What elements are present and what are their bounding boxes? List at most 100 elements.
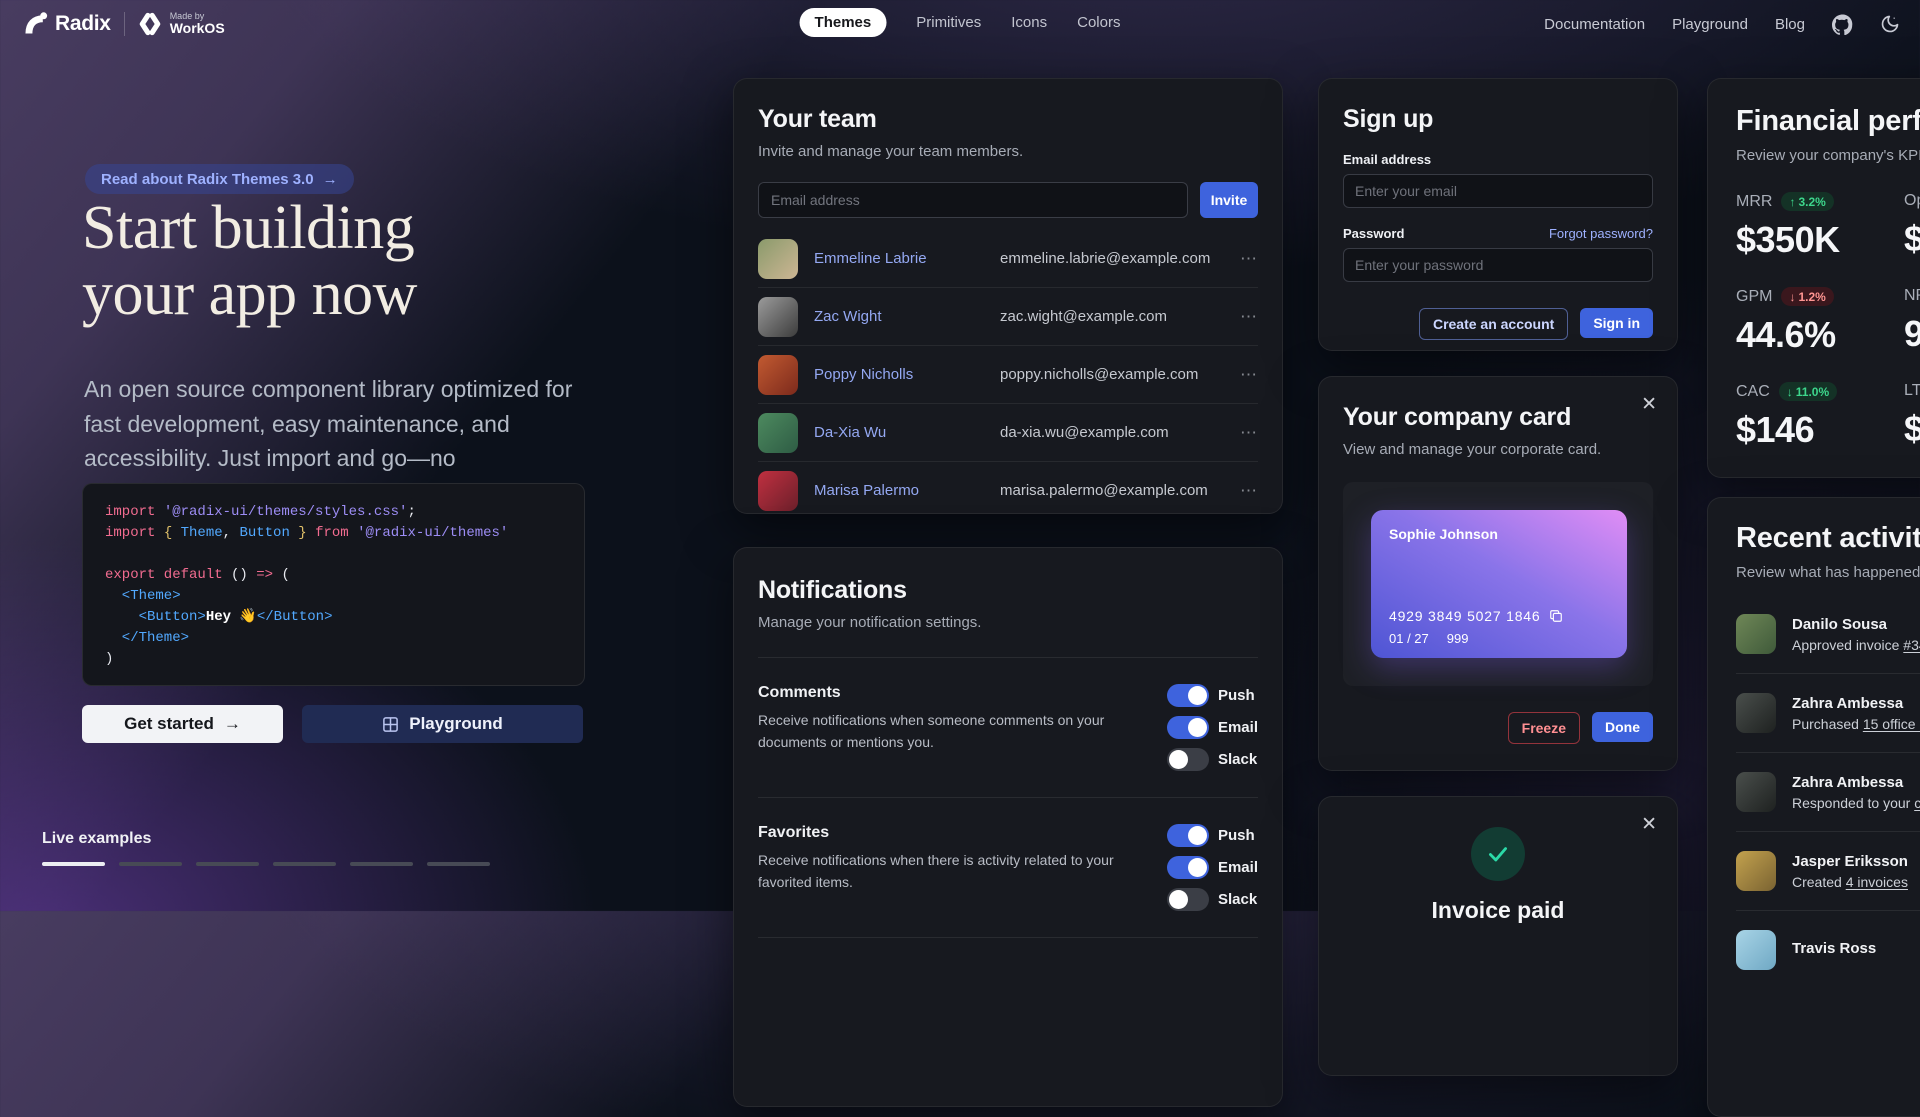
signup-password-input[interactable] [1343, 248, 1653, 282]
create-account-button[interactable]: Create an account [1419, 308, 1568, 340]
tab-themes[interactable]: Themes [800, 8, 887, 37]
card-title: Your team [758, 105, 1258, 134]
team-row: Da-Xia Wu da-xia.wu@example.com ⋯ [758, 403, 1258, 461]
toggle-slack[interactable] [1167, 748, 1209, 771]
card-holder-name: Sophie Johnson [1389, 526, 1498, 542]
pagination-dash[interactable] [427, 862, 490, 866]
activity-list: Danilo Sousa Approved invoice #3461 Zahra … [1736, 595, 1920, 989]
member-email: zac.wight@example.com [1000, 308, 1224, 325]
invoice-paid-card: ✕ Invoice paid [1318, 796, 1678, 1076]
metric-value: 9 [1904, 313, 1920, 355]
toggle-push[interactable] [1167, 824, 1209, 847]
card-expiry-row: 01 / 27 999 [1389, 631, 1468, 646]
metrics-grid: MRR↑3.2%$350KOp$GPM↓1.2%44.6%NP9CAC↓11.0… [1736, 192, 1920, 451]
workos-logo[interactable]: Made by WorkOS [138, 12, 225, 36]
freeze-button[interactable]: Freeze [1508, 712, 1580, 744]
activity-link[interactable]: comment [1914, 795, 1920, 811]
member-name-link[interactable]: Zac Wight [814, 308, 984, 325]
metric-label: CAC [1736, 383, 1770, 401]
nav-link-playground[interactable]: Playground [1672, 16, 1748, 33]
pagination-dash[interactable] [273, 862, 336, 866]
toggle-label: Push [1218, 687, 1255, 704]
tab-icons[interactable]: Icons [1011, 14, 1047, 31]
nav-tabs: Themes Primitives Icons Colors [800, 8, 1121, 37]
row-menu-button[interactable]: ⋯ [1240, 481, 1258, 501]
email-address-input[interactable] [758, 182, 1188, 218]
pagination-dash[interactable] [196, 862, 259, 866]
github-icon[interactable] [1832, 14, 1853, 35]
member-email: da-xia.wu@example.com [1000, 424, 1224, 441]
activity-row: Zahra AmbessaResponded to your comment [1736, 752, 1920, 831]
toggle-push[interactable] [1167, 684, 1209, 707]
company-card-dialog: ✕ Your company card View and manage your… [1318, 376, 1678, 771]
toggle-label: Push [1218, 827, 1255, 844]
signup-email-input[interactable] [1343, 174, 1653, 208]
metric-value: 44.6% [1736, 314, 1904, 356]
metric-label: NP [1904, 287, 1920, 305]
tab-colors[interactable]: Colors [1077, 14, 1120, 31]
card-title: Financial performance [1736, 105, 1920, 138]
card-title: Your company card [1343, 403, 1653, 432]
avatar [1736, 851, 1776, 891]
radix-wordmark: Radix [55, 12, 111, 36]
brand-divider [124, 12, 125, 36]
code-block: import '@radix-ui/themes/styles.css';imp… [82, 483, 585, 686]
get-started-button[interactable]: Get started → [82, 705, 283, 743]
metric-partial: NP 9 [1904, 287, 1920, 356]
team-row: Poppy Nichollspoppy.nicholls@example.com… [758, 345, 1258, 403]
member-name-link[interactable]: Emmeline Labrie [814, 250, 984, 267]
row-menu-button[interactable]: ⋯ [1240, 249, 1258, 269]
arrow-right-icon: → [323, 171, 338, 188]
member-name-link[interactable]: Poppy Nicholls [814, 366, 984, 383]
activity-link[interactable]: 4 invoices [1846, 874, 1908, 890]
arrow-up-icon: ↑ [1789, 195, 1795, 209]
activity-link[interactable]: #3461 [1903, 637, 1920, 653]
toggle-label: Email [1218, 859, 1258, 876]
arrow-down-icon: ↓ [1787, 385, 1793, 399]
close-icon[interactable]: ✕ [1641, 813, 1657, 836]
done-button[interactable]: Done [1592, 712, 1653, 742]
activity-name: Travis Ross [1792, 940, 1876, 957]
row-menu-button[interactable]: ⋯ [1240, 307, 1258, 327]
metric-label: Op [1904, 192, 1920, 210]
pagination-dash[interactable] [42, 862, 105, 866]
playground-button[interactable]: Playground [302, 705, 583, 743]
metric: MRR↑3.2%$350K [1736, 192, 1904, 261]
invite-button[interactable]: Invite [1200, 182, 1258, 218]
cta-row: Get started → Playground [82, 705, 583, 743]
toggle-label: Slack [1218, 751, 1257, 768]
theme-toggle-icon[interactable] [1880, 14, 1900, 34]
forgot-password-link[interactable]: Forgot password? [1549, 226, 1653, 241]
activity-name: Danilo Sousa [1792, 616, 1920, 633]
pagination-dash[interactable] [119, 862, 182, 866]
avatar [1736, 614, 1776, 654]
radix-logo[interactable]: Radix [22, 11, 111, 37]
member-email: marisa.palermo@example.com [1000, 482, 1224, 499]
row-menu-button[interactable]: ⋯ [1240, 423, 1258, 443]
activity-link[interactable]: 15 office chairs [1863, 716, 1920, 732]
toggle-email[interactable] [1167, 856, 1209, 879]
pagination-dash[interactable] [350, 862, 413, 866]
card-number: 4929 3849 5027 1846 [1389, 608, 1563, 624]
sign-in-button[interactable]: Sign in [1580, 308, 1653, 338]
nav-link-documentation[interactable]: Documentation [1544, 16, 1645, 33]
announcement-banner[interactable]: Read about Radix Themes 3.0 → [85, 164, 354, 194]
member-name-link[interactable]: Da-Xia Wu [814, 424, 984, 441]
metric-value: $146 [1736, 409, 1904, 451]
metric-partial: Op$ [1904, 192, 1920, 261]
notification-sections: CommentsReceive notifications when someo… [758, 657, 1258, 938]
tab-primitives[interactable]: Primitives [916, 14, 981, 31]
notification-section-title: Comments [758, 684, 1158, 702]
workos-logo-icon [138, 12, 162, 36]
copy-icon[interactable] [1549, 609, 1563, 623]
activity-name: Jasper Eriksson [1792, 853, 1908, 870]
member-name-link[interactable]: Marisa Palermo [814, 482, 984, 499]
activity-desc: Approved invoice #3461 [1792, 637, 1920, 653]
close-icon[interactable]: ✕ [1641, 393, 1657, 416]
toggle-slack[interactable] [1167, 888, 1209, 911]
toggle-email[interactable] [1167, 716, 1209, 739]
live-examples-label: Live examples [42, 830, 151, 848]
activity-row: Danilo Sousa Approved invoice #3461 [1736, 595, 1920, 673]
nav-link-blog[interactable]: Blog [1775, 16, 1805, 33]
row-menu-button[interactable]: ⋯ [1240, 365, 1258, 385]
